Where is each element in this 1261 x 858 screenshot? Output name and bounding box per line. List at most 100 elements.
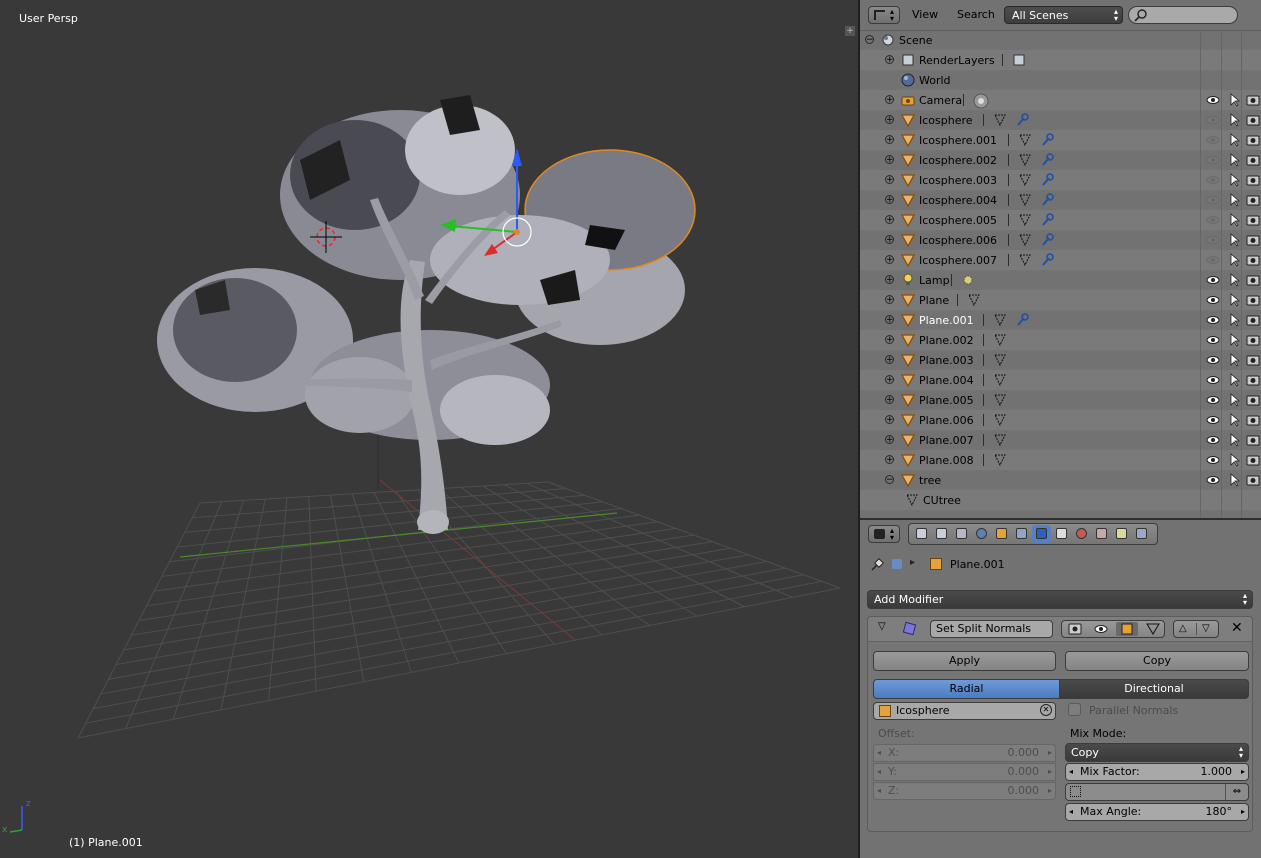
eye-icon[interactable] bbox=[1206, 353, 1220, 367]
cursor-select-icon[interactable] bbox=[1228, 433, 1242, 447]
offset-x-field[interactable]: ◂ X: 0.000 ▸ bbox=[873, 744, 1056, 762]
outliner-item-label[interactable]: Icosphere.005 bbox=[919, 214, 997, 227]
eye-icon[interactable] bbox=[1206, 233, 1220, 247]
outliner-item-label[interactable]: Plane.005 bbox=[919, 394, 974, 407]
camera-data-icon[interactable] bbox=[973, 93, 989, 109]
cursor-select-icon[interactable] bbox=[1228, 233, 1242, 247]
wrench-icon[interactable] bbox=[1015, 313, 1029, 327]
cursor-select-icon[interactable] bbox=[1228, 453, 1242, 467]
wrench-icon[interactable] bbox=[1040, 193, 1054, 207]
mesh-data-icon[interactable] bbox=[967, 293, 981, 307]
render-camera-icon[interactable] bbox=[1246, 93, 1260, 107]
mesh-data-icon[interactable] bbox=[993, 393, 1007, 407]
render-camera-icon[interactable] bbox=[1246, 413, 1260, 427]
texture-tab-icon[interactable] bbox=[1092, 525, 1111, 543]
eye-icon[interactable] bbox=[1206, 173, 1220, 187]
outliner-item-label[interactable]: Plane.007 bbox=[919, 434, 974, 447]
3d-viewport[interactable]: z x User Persp (1) Plane.001 + bbox=[0, 0, 858, 858]
outliner-item-label[interactable]: Scene bbox=[899, 34, 933, 47]
expand-toggle-icon[interactable]: + bbox=[885, 375, 894, 385]
render-camera-icon[interactable] bbox=[1246, 153, 1260, 167]
eye-icon[interactable] bbox=[1206, 313, 1220, 327]
render-camera-icon[interactable] bbox=[1246, 253, 1260, 267]
mesh-data-icon[interactable] bbox=[1018, 233, 1032, 247]
mix-factor-field[interactable]: ◂ Mix Factor: 1.000 ▸ bbox=[1065, 763, 1249, 781]
expand-toggle-icon[interactable]: + bbox=[885, 155, 894, 165]
expand-toggle-icon[interactable]: + bbox=[885, 115, 894, 125]
mode-radial-button[interactable]: Radial bbox=[873, 679, 1060, 699]
object-tab-icon[interactable] bbox=[992, 525, 1011, 543]
mesh-data-icon[interactable] bbox=[1018, 173, 1032, 187]
eye-icon[interactable] bbox=[1206, 153, 1220, 167]
outliner-item-label[interactable]: Icosphere.003 bbox=[919, 174, 997, 187]
viewport-visibility-icon[interactable] bbox=[1090, 622, 1112, 636]
viewport-scene[interactable]: z x bbox=[0, 0, 858, 858]
render-camera-icon[interactable] bbox=[1246, 113, 1260, 127]
search-input[interactable] bbox=[1128, 6, 1238, 24]
outliner-item-label[interactable]: Plane.008 bbox=[919, 454, 974, 467]
render-camera-icon[interactable] bbox=[1246, 313, 1260, 327]
eye-icon[interactable] bbox=[1206, 433, 1220, 447]
expand-toggle-icon[interactable]: + bbox=[885, 95, 894, 105]
outliner-item-label[interactable]: Plane.003 bbox=[919, 354, 974, 367]
outliner-item-label[interactable]: tree bbox=[919, 474, 941, 487]
region-toggle-icon[interactable]: + bbox=[845, 26, 855, 36]
expand-toggle-icon[interactable]: + bbox=[885, 455, 894, 465]
particles-tab-icon[interactable] bbox=[1112, 525, 1131, 543]
outliner-item-label[interactable]: Plane.006 bbox=[919, 414, 974, 427]
eye-icon[interactable] bbox=[1206, 413, 1220, 427]
outliner-item-label[interactable]: Plane.004 bbox=[919, 374, 974, 387]
tree-model[interactable] bbox=[157, 95, 696, 534]
mesh-data-icon[interactable] bbox=[993, 113, 1007, 127]
wrench-icon[interactable] bbox=[1040, 173, 1054, 187]
clear-field-icon[interactable]: ✕ bbox=[1040, 704, 1052, 716]
expand-toggle-icon[interactable]: + bbox=[885, 175, 894, 185]
wrench-icon[interactable] bbox=[1015, 113, 1029, 127]
cursor-select-icon[interactable] bbox=[1228, 353, 1242, 367]
expand-toggle-icon[interactable]: + bbox=[885, 395, 894, 405]
render-tab-icon[interactable] bbox=[912, 525, 931, 543]
render-camera-icon[interactable] bbox=[1246, 173, 1260, 187]
outliner-item-label[interactable]: CUtree bbox=[923, 494, 961, 507]
modifiers-tab-icon[interactable] bbox=[1032, 525, 1051, 543]
render-camera-icon[interactable] bbox=[1246, 393, 1260, 407]
eye-icon[interactable] bbox=[1206, 93, 1220, 107]
outliner-item-label[interactable]: Plane bbox=[919, 294, 949, 307]
move-down-icon[interactable]: ▽ bbox=[1202, 620, 1210, 638]
render-camera-icon[interactable] bbox=[1246, 333, 1260, 347]
expand-toggle-icon[interactable]: + bbox=[885, 415, 894, 425]
expand-toggle-icon[interactable]: + bbox=[885, 255, 894, 265]
editor-type-button[interactable]: ▴ ▾ bbox=[868, 525, 900, 543]
mesh-data-icon[interactable] bbox=[993, 353, 1007, 367]
eye-icon[interactable] bbox=[1206, 213, 1220, 227]
cursor-select-icon[interactable] bbox=[1228, 273, 1242, 287]
expand-toggle-icon[interactable]: + bbox=[885, 295, 894, 305]
eye-icon[interactable] bbox=[1206, 133, 1220, 147]
render-camera-icon[interactable] bbox=[1246, 453, 1260, 467]
expand-toggle-icon[interactable]: − bbox=[865, 35, 874, 45]
world-tab-icon[interactable] bbox=[972, 525, 991, 543]
mesh-data-icon[interactable] bbox=[993, 313, 1007, 327]
collapse-triangle-icon[interactable]: ▽ bbox=[878, 621, 886, 632]
render-visibility-icon[interactable] bbox=[1064, 622, 1086, 636]
outliner-item-label[interactable]: Icosphere.004 bbox=[919, 194, 997, 207]
wrench-icon[interactable] bbox=[1040, 233, 1054, 247]
cursor-select-icon[interactable] bbox=[1228, 333, 1242, 347]
eye-icon[interactable] bbox=[1206, 453, 1220, 467]
expand-toggle-icon[interactable]: + bbox=[885, 355, 894, 365]
expand-toggle-icon[interactable]: − bbox=[885, 475, 894, 485]
render-camera-icon[interactable] bbox=[1246, 353, 1260, 367]
render-layers-tab-icon[interactable] bbox=[932, 525, 951, 543]
expand-toggle-icon[interactable]: + bbox=[885, 315, 894, 325]
cursor-select-icon[interactable] bbox=[1228, 173, 1242, 187]
eye-icon[interactable] bbox=[1206, 253, 1220, 267]
outliner-item-label[interactable]: RenderLayers bbox=[919, 54, 995, 67]
max-angle-field[interactable]: ◂ Max Angle: 180° ▸ bbox=[1065, 803, 1249, 821]
render-camera-icon[interactable] bbox=[1246, 473, 1260, 487]
mesh-data-icon[interactable] bbox=[1018, 253, 1032, 267]
expand-toggle-icon[interactable]: + bbox=[885, 335, 894, 345]
mesh-data-icon[interactable] bbox=[1018, 213, 1032, 227]
target-object-field[interactable]: Icosphere ✕ bbox=[873, 702, 1056, 720]
mesh-data-icon[interactable] bbox=[993, 453, 1007, 467]
eye-icon[interactable] bbox=[1206, 273, 1220, 287]
